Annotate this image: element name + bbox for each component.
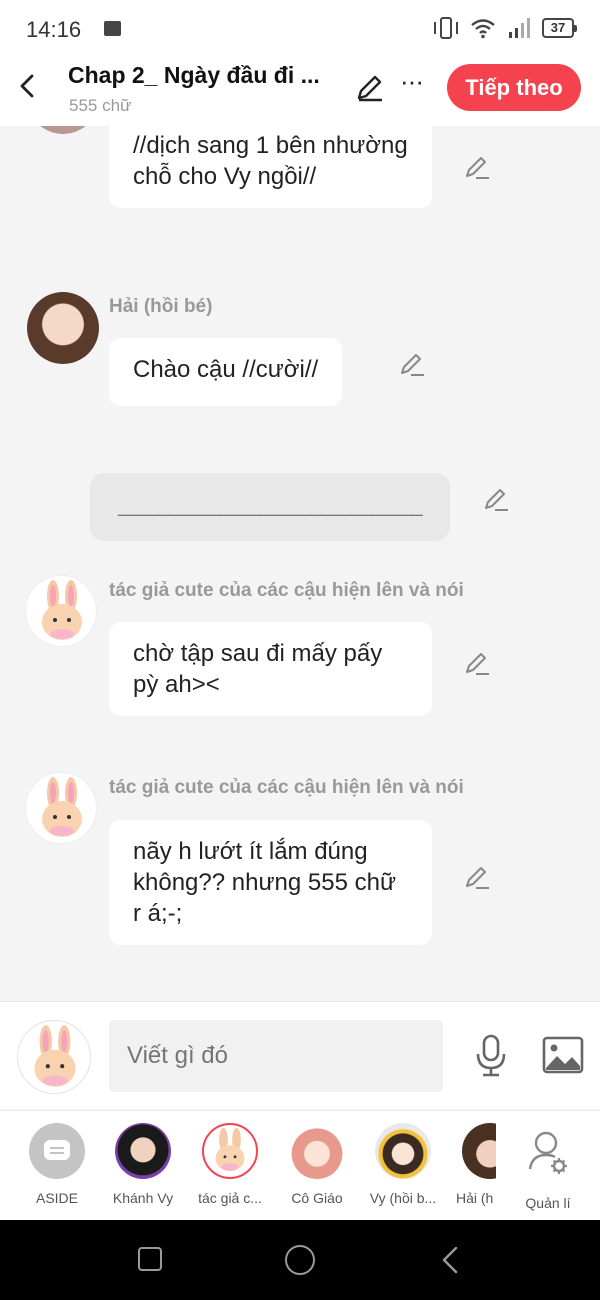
edit-message-icon[interactable]: [464, 154, 490, 180]
avatar: [462, 1123, 496, 1179]
speaker-name: tác giả cute của các cậu hiện lên và nói: [109, 580, 464, 601]
rabbit-icon: [34, 1025, 76, 1087]
image-icon[interactable]: [542, 1036, 584, 1074]
word-count: 555 chữ: [69, 96, 132, 115]
signal-icon: [509, 18, 530, 38]
avatar: [289, 1123, 345, 1179]
microphone-icon[interactable]: [474, 1034, 508, 1078]
back-arrow-icon[interactable]: [14, 70, 44, 102]
character-vy-hoi-be[interactable]: Vy (hồi b...: [358, 1123, 448, 1206]
manage-characters-icon: [528, 1131, 567, 1174]
chapter-title[interactable]: Chap 2_ Ngày đầu đi ...: [68, 62, 320, 89]
avatar: [202, 1123, 258, 1179]
character-co-giao[interactable]: Cô Giáo: [272, 1123, 362, 1206]
divider-message[interactable]: ______________________________: [90, 473, 450, 541]
message-bubble[interactable]: Chào cậu //cười//: [109, 338, 343, 406]
chapter-header: Chap 2_ Ngày đầu đi ... 555 chữ ··· Tiếp…: [0, 58, 600, 126]
edit-pencil-icon[interactable]: [355, 72, 385, 102]
edit-message-icon[interactable]: [399, 351, 425, 377]
character-bar: ASIDE Khánh Vy tác giả c... Cô Giáo Vy (…: [0, 1110, 600, 1220]
system-back-icon[interactable]: [438, 1244, 462, 1276]
edit-message-icon[interactable]: [464, 650, 490, 676]
system-nav-bar: [0, 1220, 600, 1300]
wifi-icon: [471, 19, 495, 39]
recent-apps-button[interactable]: [138, 1247, 162, 1271]
message-bubble[interactable]: nãy h lướt ít lắm đúng không?? nhưng 555…: [109, 820, 432, 945]
vibrate-icon: [434, 15, 458, 41]
divider-text: ______________________________: [118, 495, 423, 517]
avatar-author[interactable]: [25, 772, 97, 844]
message-bubble[interactable]: chờ tập sau đi mấy pấy pỳ ah><: [109, 622, 432, 716]
rabbit-icon: [215, 1127, 245, 1172]
character-author[interactable]: tác giả c...: [185, 1123, 275, 1206]
character-label: tác giả c...: [198, 1190, 262, 1206]
speaker-name: tác giả cute của các cậu hiện lên và nói: [109, 777, 464, 798]
current-character-avatar[interactable]: [17, 1020, 91, 1094]
character-label: Quản lí: [525, 1195, 571, 1211]
avatar[interactable]: [27, 126, 99, 134]
edit-message-icon[interactable]: [483, 486, 509, 512]
status-bar: 14:16 37: [0, 0, 600, 58]
character-label: Cô Giáo: [291, 1190, 343, 1206]
chat-area[interactable]: //dịch sang 1 bên nhường chỗ cho Vy ngồi…: [0, 126, 600, 1001]
gallery-icon: [104, 21, 121, 36]
character-label: ASIDE: [35, 1190, 78, 1206]
character-label: Hải (h: [456, 1190, 494, 1206]
message-text: chờ tập sau đi mấy pấy pỳ ah><: [133, 640, 383, 698]
rabbit-icon: [42, 580, 82, 640]
message-text: //dịch sang 1 bên nhường chỗ cho Vy ngồi…: [133, 132, 408, 190]
avatar: [375, 1123, 431, 1179]
speaker-name: Hải (hồi bé): [109, 296, 213, 317]
character-khanh-vy[interactable]: Khánh Vy: [98, 1123, 188, 1206]
more-options-icon[interactable]: ···: [400, 68, 426, 100]
character-label: Khánh Vy: [112, 1190, 174, 1206]
message-bubble[interactable]: //dịch sang 1 bên nhường chỗ cho Vy ngồi…: [109, 126, 432, 208]
status-icons: 37: [434, 15, 577, 41]
avatar: [115, 1123, 171, 1179]
character-aside[interactable]: ASIDE: [12, 1123, 102, 1206]
manage-characters-button[interactable]: Quản lí: [503, 1123, 593, 1211]
message-composer: [0, 1001, 600, 1109]
aside-icon: [29, 1123, 85, 1179]
home-button[interactable]: [285, 1245, 315, 1275]
character-hai[interactable]: Hải (h: [440, 1123, 496, 1206]
next-button[interactable]: Tiếp theo: [447, 64, 581, 111]
battery-icon: 37: [542, 18, 577, 38]
edit-message-icon[interactable]: [464, 864, 490, 890]
rabbit-icon: [42, 777, 82, 837]
character-label: Vy (hồi b...: [369, 1190, 437, 1206]
avatar-hai[interactable]: [27, 292, 99, 364]
message-text: Chào cậu //cười//: [133, 356, 319, 383]
avatar-author[interactable]: [25, 575, 97, 647]
message-input[interactable]: [109, 1020, 443, 1092]
message-text: nãy h lướt ít lắm đúng không?? nhưng 555…: [133, 838, 397, 927]
status-time: 14:16: [26, 17, 82, 42]
